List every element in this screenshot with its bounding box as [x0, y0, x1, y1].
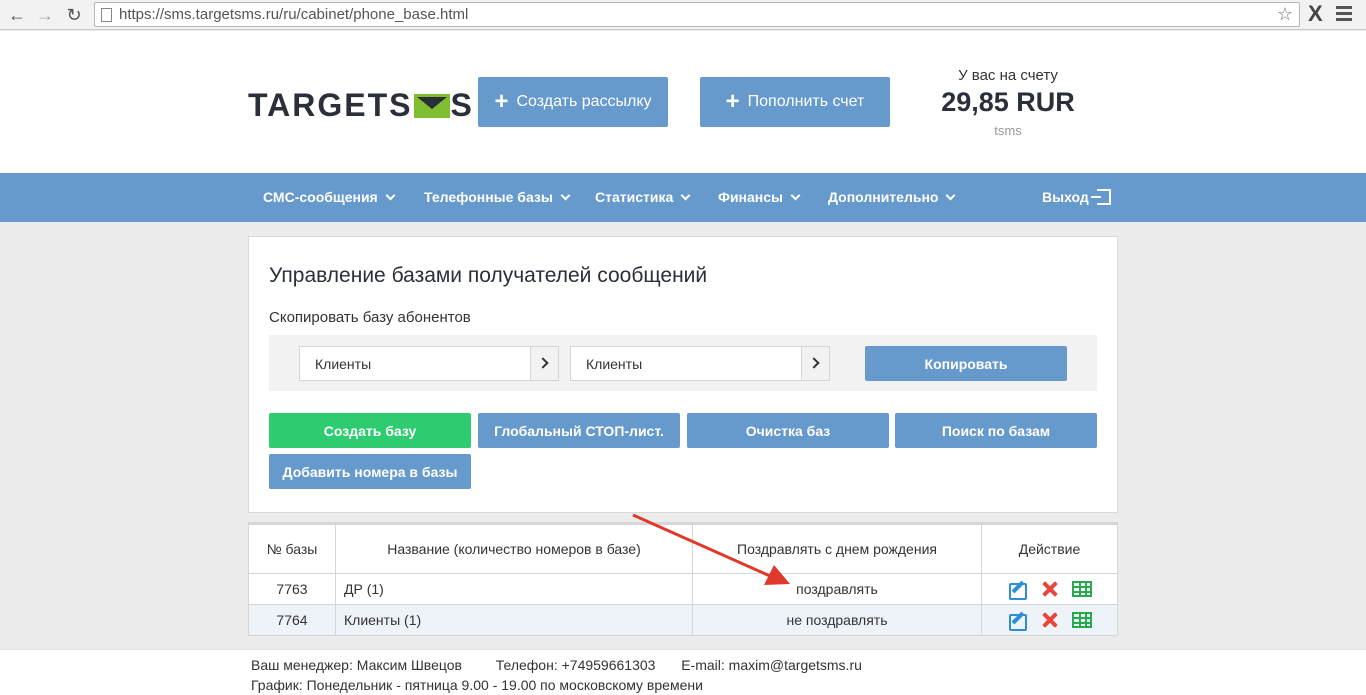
- table-row[interactable]: 7764 Клиенты (1) не поздравлять: [248, 604, 1118, 636]
- logo[interactable]: TARGETS S: [248, 87, 474, 124]
- top-up-button[interactable]: + Пополнить счет: [700, 77, 890, 127]
- base-management-panel: Управление базами получателей сообщений …: [248, 236, 1118, 513]
- column-header-name: Название (количество номеров в базе): [335, 522, 693, 574]
- table-row[interactable]: 7763 ДР (1) поздравлять: [248, 573, 1118, 605]
- chevron-down-icon: [560, 190, 571, 201]
- table-icon[interactable]: [1071, 581, 1092, 597]
- chevron-down-icon: [680, 190, 691, 201]
- balance-label: У вас на счету: [958, 67, 1058, 84]
- site-header: TARGETS S + Создать рассылку + Пополнить сч…: [0, 31, 1366, 173]
- birthday-setting: не поздравлять: [692, 604, 982, 636]
- base-id: 7763: [248, 573, 336, 605]
- target-base-value: Клиенты: [586, 356, 643, 372]
- star-icon[interactable]: ☆: [1277, 4, 1293, 25]
- source-base-select[interactable]: Клиенты: [299, 346, 559, 381]
- envelope-icon: [413, 94, 450, 118]
- logout-icon: [1090, 189, 1111, 205]
- nav-item-statistics[interactable]: Статистика: [595, 173, 691, 222]
- plus-icon: +: [494, 88, 509, 115]
- nav-item-label: Финансы: [718, 189, 783, 205]
- table-header-row: № базы Название (количество номеров в ба…: [248, 522, 1118, 574]
- nav-item-sms[interactable]: СМС-сообщения: [263, 173, 396, 222]
- column-header-id: № базы: [248, 522, 336, 574]
- phone-bases-table: № базы Название (количество номеров в ба…: [248, 522, 1118, 636]
- target-base-select[interactable]: Клиенты: [570, 346, 830, 381]
- balance-value: 29,85 RUR: [941, 87, 1075, 117]
- row-actions: [981, 573, 1118, 605]
- logo-text-right: S: [450, 87, 474, 123]
- logout-link[interactable]: Выход: [1042, 173, 1111, 222]
- base-name[interactable]: Клиенты (1): [335, 604, 693, 636]
- edit-icon[interactable]: [1008, 611, 1028, 631]
- nav-item-label: Статистика: [595, 189, 674, 205]
- footer-email[interactable]: E-mail: maxim@targetsms.ru: [681, 657, 862, 673]
- footer-phone: Телефон: +74959661303: [495, 657, 656, 673]
- create-mailing-button[interactable]: + Создать рассылку: [478, 77, 668, 127]
- top-up-label: Пополнить счет: [747, 93, 865, 110]
- copy-button[interactable]: Копировать: [865, 346, 1067, 381]
- menu-icon[interactable]: [1336, 6, 1352, 24]
- source-base-value: Клиенты: [315, 356, 372, 372]
- nav-item-label: Дополнительно: [828, 189, 939, 205]
- delete-icon[interactable]: [1042, 581, 1058, 597]
- edit-icon[interactable]: [1008, 580, 1028, 600]
- footer-manager: Ваш менеджер: Максим Швецов: [251, 657, 462, 673]
- column-header-action: Действие: [981, 522, 1118, 574]
- chevron-down-icon: [790, 190, 801, 201]
- nav-item-label: Телефонные базы: [424, 189, 553, 205]
- base-name[interactable]: ДР (1): [335, 573, 693, 605]
- base-id: 7764: [248, 604, 336, 636]
- logo-text-left: TARGETS: [248, 87, 413, 123]
- site-footer: Ваш менеджер: Максим Швецов Телефон: +74…: [0, 649, 1366, 695]
- reload-icon[interactable]: ↻: [63, 4, 85, 26]
- nav-item-phone-bases[interactable]: Телефонные базы: [424, 173, 571, 222]
- chevron-down-icon: [385, 190, 396, 201]
- arrow-right-icon[interactable]: →: [34, 4, 56, 26]
- extension-icon[interactable]: X: [1308, 1, 1323, 27]
- footer-contact-line: Ваш менеджер: Максим Швецов Телефон: +74…: [251, 657, 862, 673]
- arrow-left-icon[interactable]: ←: [6, 4, 28, 26]
- global-stop-list-button[interactable]: Глобальный СТОП-лист.: [478, 413, 680, 448]
- add-numbers-button[interactable]: Добавить номера в базы: [269, 454, 471, 489]
- column-header-birthday: Поздравлять с днем рождения: [692, 522, 982, 574]
- browser-toolbar: ← → ↻ https://sms.targetsms.ru/ru/cabine…: [0, 0, 1366, 30]
- address-bar[interactable]: https://sms.targetsms.ru/ru/cabinet/phon…: [94, 2, 1300, 27]
- delete-icon[interactable]: [1042, 612, 1058, 628]
- main-nav: СМС-сообщения Телефонные базы Статистика…: [0, 173, 1366, 222]
- page-title: Управление базами получателей сообщений: [269, 264, 708, 287]
- copy-row: Клиенты Клиенты Копировать: [269, 335, 1097, 391]
- create-mailing-label: Создать рассылку: [516, 93, 652, 110]
- search-bases-button[interactable]: Поиск по базам: [895, 413, 1097, 448]
- copy-section-label: Скопировать базу абонентов: [269, 309, 471, 326]
- clean-bases-button[interactable]: Очистка баз: [687, 413, 889, 448]
- nav-item-label: СМС-сообщения: [263, 189, 378, 205]
- nav-item-more[interactable]: Дополнительно: [828, 173, 956, 222]
- chevron-right-icon[interactable]: [801, 347, 829, 380]
- nav-item-finance[interactable]: Финансы: [718, 173, 801, 222]
- url-text[interactable]: https://sms.targetsms.ru/ru/cabinet/phon…: [119, 6, 468, 23]
- table-icon[interactable]: [1071, 612, 1092, 628]
- balance-unit: tsms: [994, 123, 1022, 138]
- chevron-right-icon[interactable]: [530, 347, 558, 380]
- row-actions: [981, 604, 1118, 636]
- footer-schedule: График: Понедельник - пятница 9.00 - 19.…: [251, 677, 703, 693]
- logout-label: Выход: [1042, 189, 1089, 205]
- create-base-button[interactable]: Создать базу: [269, 413, 471, 448]
- page-icon: [101, 8, 112, 22]
- birthday-setting: поздравлять: [692, 573, 982, 605]
- chevron-down-icon: [946, 190, 956, 201]
- plus-icon: +: [725, 88, 740, 115]
